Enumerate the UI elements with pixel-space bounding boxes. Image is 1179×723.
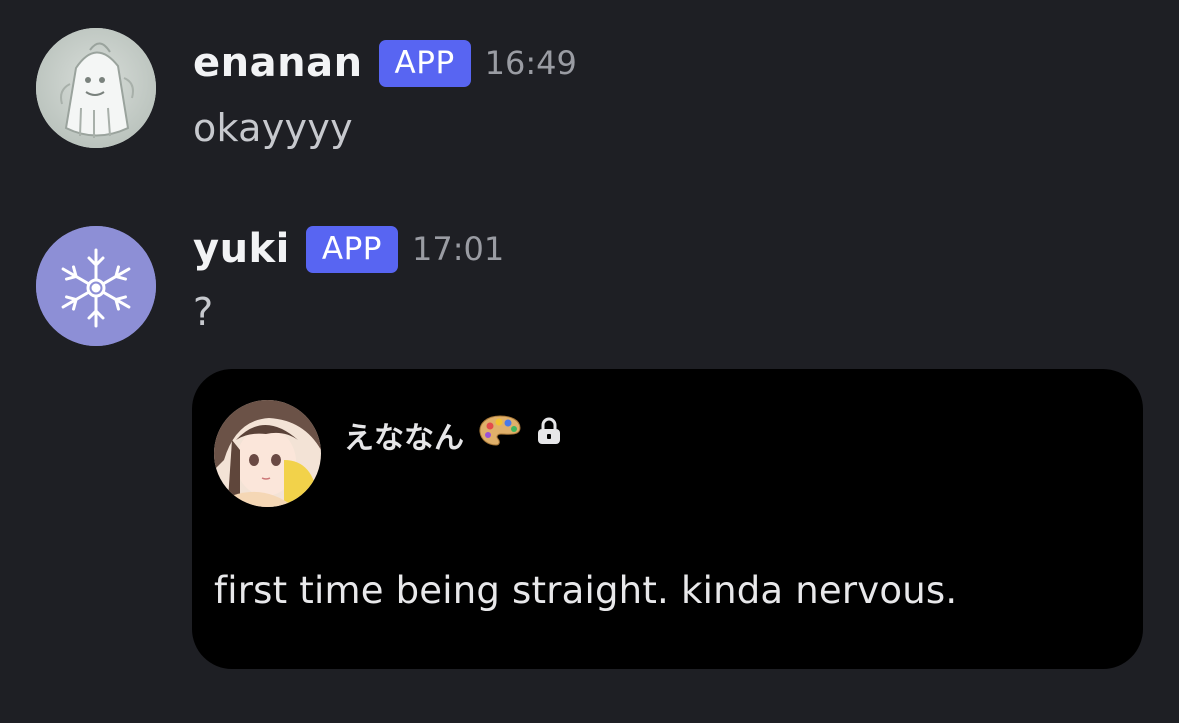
lock-icon (536, 416, 562, 454)
snowflake-icon (36, 226, 156, 346)
message-embed[interactable]: えななん first time being straight. kinda ne… (192, 369, 1143, 669)
username[interactable]: yuki (193, 226, 290, 272)
embed-text: first time being straight. kinda nervous… (214, 569, 958, 612)
username[interactable]: enanan (193, 40, 363, 86)
chat-log: enanan APP 16:49 okayyyy yuki APP 17:01 … (0, 0, 1179, 723)
app-badge: APP (378, 39, 471, 87)
message-header: yuki APP 17:01 (193, 224, 504, 274)
palette-icon (478, 414, 522, 456)
embed-author: えななん (344, 413, 562, 457)
message-text: ? (193, 290, 214, 334)
user-avatar-enanan[interactable] (36, 28, 156, 148)
ghost-sketch-icon (36, 28, 156, 148)
app-badge: APP (305, 225, 398, 273)
message-text: okayyyy (193, 106, 353, 150)
user-avatar-yuki[interactable] (36, 226, 156, 346)
embed-author-name[interactable]: えななん (344, 413, 464, 457)
timestamp: 17:01 (411, 230, 505, 268)
timestamp: 16:49 (484, 44, 577, 82)
anime-girl-icon (214, 400, 321, 507)
embed-author-avatar[interactable] (214, 400, 321, 507)
message-header: enanan APP 16:49 (193, 38, 577, 88)
